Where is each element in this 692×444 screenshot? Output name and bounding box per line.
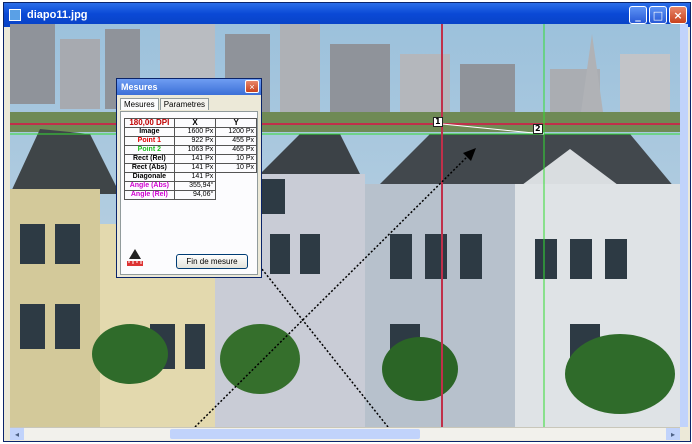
y-header: Y: [215, 118, 257, 128]
row-x-value: 141 Px: [173, 154, 217, 164]
table-row: Rect (Rel) 141 Px 10 Px: [124, 154, 257, 164]
row-label: Diagonale: [124, 172, 175, 182]
finish-measure-button[interactable]: Fin de mesure: [176, 254, 248, 269]
dpi-label: 180,00 DPI: [124, 118, 175, 128]
row-y-value: 10 Px: [215, 163, 257, 173]
row-x-value: 355,94°: [173, 181, 217, 191]
scroll-left-arrow-icon[interactable]: ◂: [10, 428, 24, 440]
table-row: Rect (Abs) 141 Px 10 Px: [124, 163, 257, 173]
row-x-value: 141 Px: [173, 172, 217, 182]
close-button[interactable]: ×: [669, 6, 687, 24]
row-y-value: 455 Px: [215, 136, 257, 146]
scroll-thumb[interactable]: [170, 429, 420, 439]
photo-scene: [10, 24, 680, 427]
image-file-icon: [9, 9, 21, 21]
dialog-title[interactable]: Mesures: [117, 79, 261, 95]
x-header: X: [173, 118, 217, 128]
point1-marker[interactable]: 1: [433, 117, 443, 127]
mesures-dialog: Mesures × Mesures Parametres 180,00 DPI …: [116, 78, 262, 278]
vertical-scrollbar[interactable]: [680, 24, 688, 427]
minimize-button[interactable]: _: [629, 6, 647, 24]
horizontal-scrollbar[interactable]: ◂ ▸: [10, 427, 680, 440]
row-x-value: 141 Px: [173, 163, 217, 173]
tab-parametres[interactable]: Parametres: [159, 98, 210, 110]
row-label: Angle (Abs): [124, 181, 175, 191]
row-y-value: 10 Px: [215, 154, 257, 164]
row-y-value: 1200 Px: [215, 127, 257, 137]
row-label: Rect (Abs): [124, 163, 175, 173]
measurements-table: 180,00 DPI X Y Image 1600 Px 1200 Px Poi…: [124, 118, 257, 200]
ruler-measure-icon[interactable]: [125, 248, 145, 268]
table-row: Diagonale 141 Px: [124, 172, 257, 182]
photo-canvas[interactable]: 1 2: [10, 24, 680, 427]
row-x-value: 1063 Px: [173, 145, 217, 155]
table-row: Angle (Rel) 94,06°: [124, 190, 257, 200]
maximize-button[interactable]: □: [649, 6, 667, 24]
tab-mesures[interactable]: Mesures: [120, 98, 159, 110]
row-label: Rect (Rel): [124, 154, 175, 164]
row-label: Angle (Rel): [124, 190, 175, 200]
row-label: Image: [124, 127, 175, 137]
row-y-value: [216, 182, 257, 191]
window-title: diapo11.jpg: [27, 9, 88, 21]
table-row: Angle (Abs) 355,94°: [124, 181, 257, 191]
row-y-value: 465 Px: [215, 145, 257, 155]
row-label: Point 1: [124, 136, 175, 146]
row-label: Point 2: [124, 145, 175, 155]
row-x-value: 922 Px: [173, 136, 217, 146]
table-header-row: 180,00 DPI X Y: [124, 118, 257, 128]
row-y-value: [216, 191, 257, 200]
row-x-value: 1600 Px: [173, 127, 217, 137]
table-row: Image 1600 Px 1200 Px: [124, 127, 257, 137]
mesures-panel: 180,00 DPI X Y Image 1600 Px 1200 Px Poi…: [120, 111, 258, 275]
scroll-right-arrow-icon[interactable]: ▸: [666, 428, 680, 440]
row-x-value: 94,06°: [173, 190, 217, 200]
table-row: Point 1 922 Px 455 Px: [124, 136, 257, 146]
dialog-close-button[interactable]: ×: [245, 80, 259, 93]
point2-marker[interactable]: 2: [533, 124, 543, 134]
row-y-value: [216, 173, 257, 182]
table-row: Point 2 1063 Px 465 Px: [124, 145, 257, 155]
